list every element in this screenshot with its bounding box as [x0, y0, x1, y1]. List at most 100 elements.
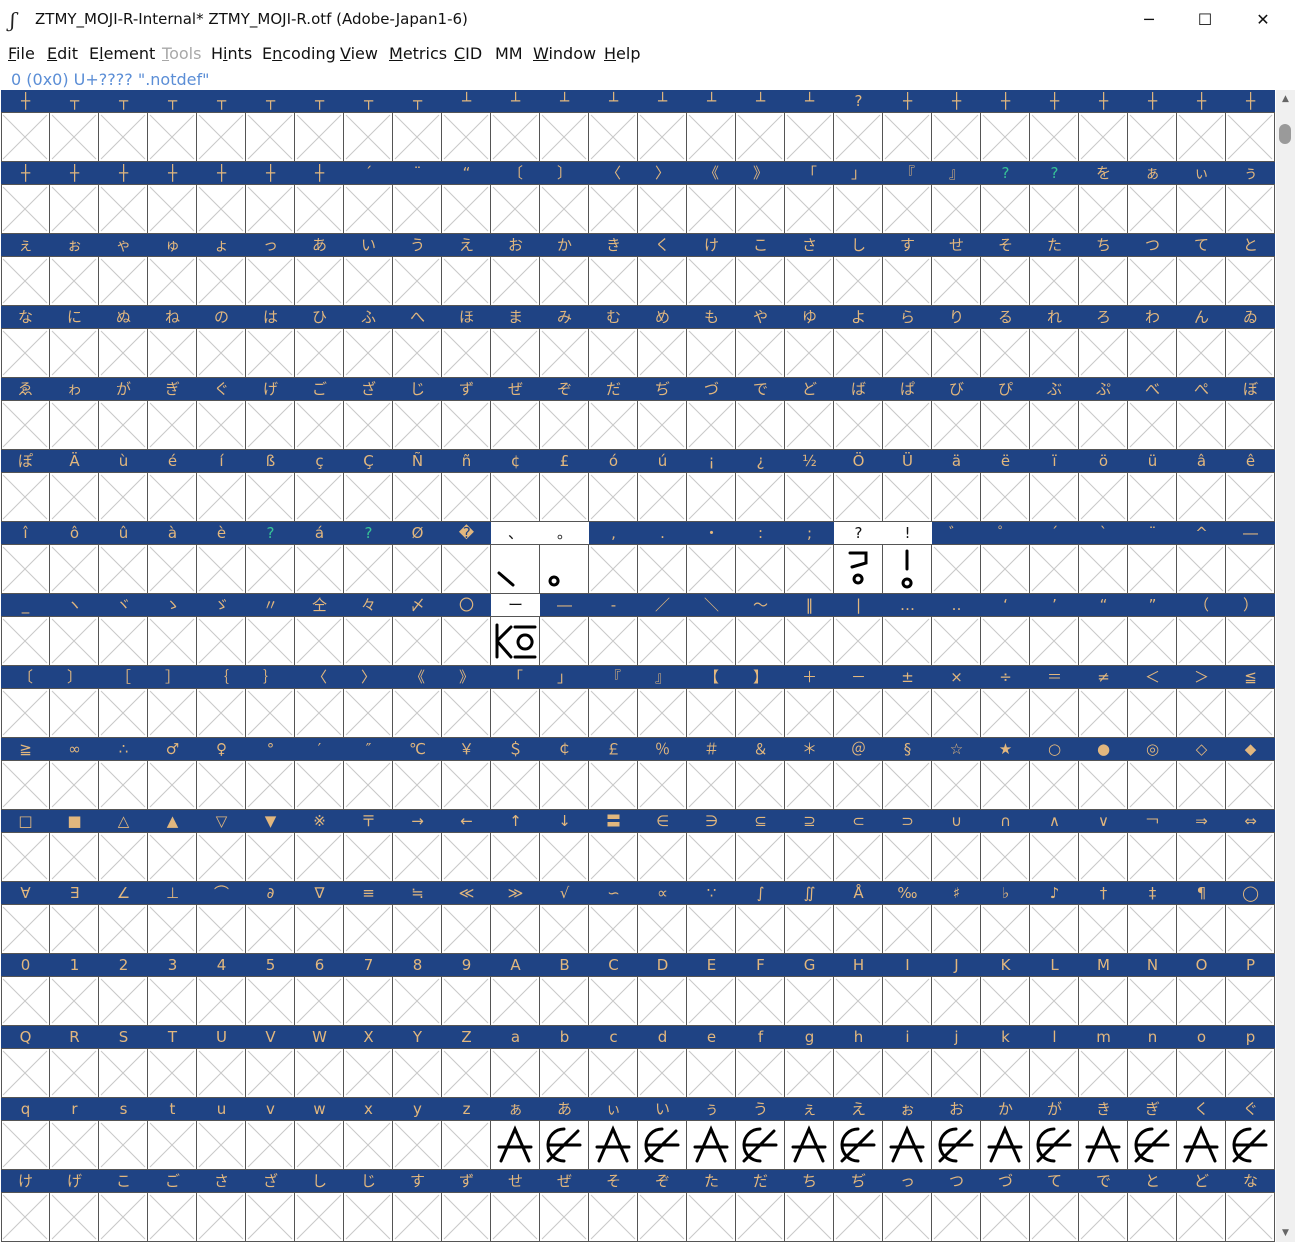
glyph-cell[interactable]: ’: [1030, 594, 1079, 666]
glyph-cell[interactable]: ※: [295, 810, 344, 882]
glyph-cell[interactable]: か: [540, 234, 589, 306]
glyph-cell[interactable]: ┴: [638, 90, 687, 162]
glyph-cell[interactable]: ず: [442, 1170, 491, 1242]
glyph-cell[interactable]: き: [1079, 1098, 1128, 1170]
glyph-cell[interactable]: 6: [295, 954, 344, 1026]
glyph-cell[interactable]: あ: [295, 234, 344, 306]
glyph-cell[interactable]: ┼: [932, 90, 981, 162]
menu-hints[interactable]: Hints: [211, 44, 252, 63]
glyph-cell[interactable]: ゝ: [148, 594, 197, 666]
glyph-cell[interactable]: し: [295, 1170, 344, 1242]
glyph-cell[interactable]: ô: [50, 522, 99, 594]
glyph-cell[interactable]: と: [1226, 234, 1275, 306]
glyph-cell[interactable]: ⊆: [736, 810, 785, 882]
glyph-cell[interactable]: こ: [99, 1170, 148, 1242]
glyph-cell[interactable]: 1: [50, 954, 99, 1026]
glyph-cell[interactable]: ば: [834, 378, 883, 450]
glyph-cell[interactable]: く: [1177, 1098, 1226, 1170]
glyph-cell[interactable]: G: [785, 954, 834, 1026]
glyph-cell[interactable]: ′: [295, 738, 344, 810]
glyph-cell[interactable]: ú: [638, 450, 687, 522]
glyph-cell[interactable]: ゃ: [99, 234, 148, 306]
glyph-cell[interactable]: げ: [50, 1170, 99, 1242]
glyph-cell[interactable]: ∴: [99, 738, 148, 810]
glyph-cell[interactable]: ぷ: [1079, 378, 1128, 450]
glyph-cell[interactable]: い: [344, 234, 393, 306]
glyph-cell[interactable]: R: [50, 1026, 99, 1098]
glyph-cell[interactable]: X: [344, 1026, 393, 1098]
glyph-cell[interactable]: Q: [1, 1026, 50, 1098]
scrollbar-thumb[interactable]: [1279, 124, 1291, 144]
glyph-cell[interactable]: り: [932, 306, 981, 378]
glyph-cell[interactable]: ä: [932, 450, 981, 522]
glyph-cell[interactable]: 〆: [393, 594, 442, 666]
glyph-cell[interactable]: 〈: [589, 162, 638, 234]
glyph-cell[interactable]: ぅ: [687, 1098, 736, 1170]
glyph-cell[interactable]: ≦: [1226, 666, 1275, 738]
glyph-cell[interactable]: J: [932, 954, 981, 1026]
glyph-cell[interactable]: ┼: [1128, 90, 1177, 162]
glyph-cell[interactable]: m: [1079, 1026, 1128, 1098]
glyph-cell[interactable]: ♯: [932, 882, 981, 954]
glyph-cell[interactable]: 】: [736, 666, 785, 738]
glyph-cell[interactable]: ぃ: [589, 1098, 638, 1170]
menu-encoding[interactable]: Encoding: [262, 44, 336, 63]
glyph-cell[interactable]: U: [197, 1026, 246, 1098]
glyph-cell[interactable]: ヽ: [50, 594, 99, 666]
glyph-cell[interactable]: ♭: [981, 882, 1030, 954]
glyph-cell[interactable]: も: [687, 306, 736, 378]
vertical-scrollbar[interactable]: ▲ ▼: [1276, 90, 1295, 1242]
glyph-cell[interactable]: ∇: [295, 882, 344, 954]
glyph-cell[interactable]: ｝: [246, 666, 295, 738]
glyph-cell[interactable]: つ: [932, 1170, 981, 1242]
glyph-cell[interactable]: ●: [1079, 738, 1128, 810]
glyph-cell[interactable]: ら: [883, 306, 932, 378]
menu-edit[interactable]: Edit: [47, 44, 78, 63]
glyph-cell[interactable]: ぐ: [197, 378, 246, 450]
glyph-cell[interactable]: け: [1, 1170, 50, 1242]
glyph-cell[interactable]: ┬: [344, 90, 393, 162]
glyph-cell[interactable]: ▽: [197, 810, 246, 882]
glyph-cell[interactable]: ♀: [197, 738, 246, 810]
glyph-cell[interactable]: っ: [883, 1170, 932, 1242]
glyph-cell[interactable]: ≧: [1, 738, 50, 810]
glyph-cell[interactable]: ろ: [1079, 306, 1128, 378]
glyph-cell[interactable]: ／: [638, 594, 687, 666]
glyph-cell[interactable]: O: [1177, 954, 1226, 1026]
glyph-cell[interactable]: °: [246, 738, 295, 810]
glyph-cell[interactable]: 『: [883, 162, 932, 234]
glyph-cell[interactable]: び: [932, 378, 981, 450]
glyph-cell[interactable]: q: [1, 1098, 50, 1170]
glyph-cell[interactable]: -: [589, 594, 638, 666]
glyph-cell[interactable]: 7: [344, 954, 393, 1026]
glyph-cell[interactable]: C: [589, 954, 638, 1026]
glyph-cell[interactable]: ）: [1226, 594, 1275, 666]
glyph-cell[interactable]: ‡: [1128, 882, 1177, 954]
glyph-cell[interactable]: ℃: [393, 738, 442, 810]
glyph-cell[interactable]: ￠: [540, 738, 589, 810]
glyph-cell[interactable]: つ: [1128, 234, 1177, 306]
glyph-cell[interactable]: ?: [834, 522, 883, 594]
glyph-cell[interactable]: √: [540, 882, 589, 954]
glyph-cell[interactable]: ∫: [736, 882, 785, 954]
glyph-cell[interactable]: ょ: [197, 234, 246, 306]
glyph-cell[interactable]: ◎: [1128, 738, 1177, 810]
glyph-cell[interactable]: ぁ: [491, 1098, 540, 1170]
glyph-cell[interactable]: ざ: [344, 378, 393, 450]
scroll-up-icon[interactable]: ▲: [1276, 90, 1295, 108]
glyph-cell[interactable]: ふ: [344, 306, 393, 378]
glyph-cell[interactable]: k: [981, 1026, 1030, 1098]
glyph-cell[interactable]: ぼ: [1226, 378, 1275, 450]
maximize-button[interactable]: ☐: [1176, 0, 1234, 38]
glyph-cell[interactable]: c: [589, 1026, 638, 1098]
glyph-cell[interactable]: 8: [393, 954, 442, 1026]
glyph-cell[interactable]: だ: [736, 1170, 785, 1242]
glyph-cell[interactable]: み: [540, 306, 589, 378]
glyph-cell[interactable]: ,: [589, 522, 638, 594]
glyph-cell[interactable]: ´: [344, 162, 393, 234]
glyph-cell[interactable]: Ø: [393, 522, 442, 594]
glyph-cell[interactable]: î: [1, 522, 50, 594]
glyph-cell[interactable]: ┬: [99, 90, 148, 162]
glyph-cell[interactable]: が: [99, 378, 148, 450]
glyph-cell[interactable]: u: [197, 1098, 246, 1170]
